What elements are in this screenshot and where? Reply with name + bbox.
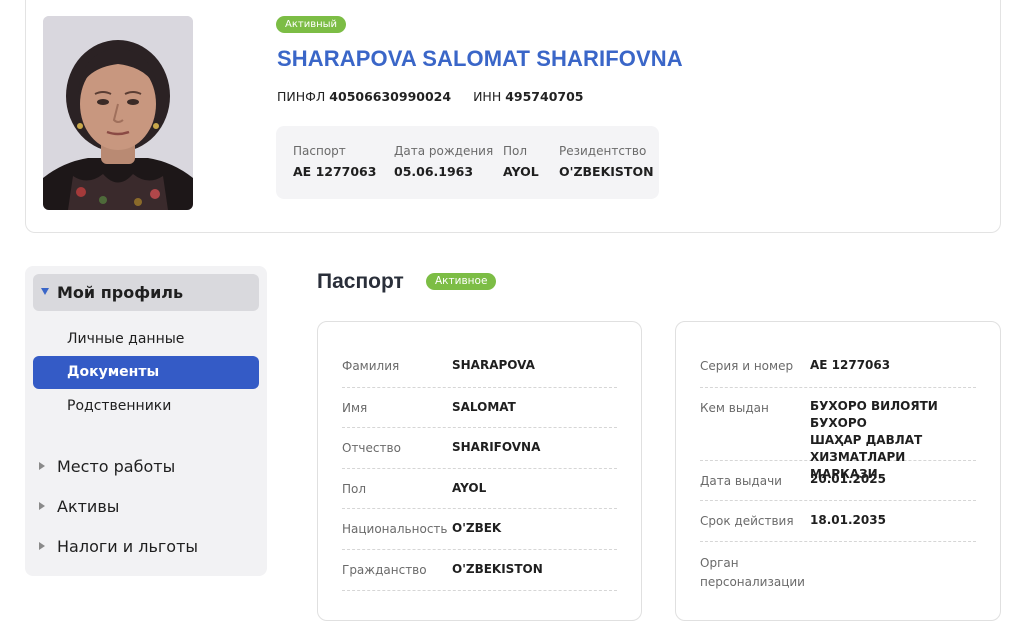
profile-photo bbox=[43, 16, 193, 210]
summary-value: O'ZBEKISTON bbox=[559, 164, 654, 179]
field-value-line: БУХОРО ВИЛОЯТИ БУХОРО bbox=[810, 399, 938, 430]
field-label: Фамилия bbox=[342, 359, 400, 373]
field-value: SHARAPOVA bbox=[452, 358, 535, 372]
field-value-line: ШАҲАР ДАВЛАТ bbox=[810, 433, 923, 447]
inn-value: 495740705 bbox=[505, 89, 584, 104]
field-row-series-number: Серия и номер AE 1277063 bbox=[700, 348, 976, 388]
field-label-line: Орган bbox=[700, 556, 739, 570]
summary-label: Паспорт bbox=[293, 144, 346, 158]
pinfl-label: ПИНФЛ bbox=[277, 89, 326, 104]
sidebar-item-assets[interactable]: Активы bbox=[39, 497, 119, 516]
sidebar-item-label: Место работы bbox=[57, 457, 176, 476]
sidebar-section-my-profile[interactable]: Мой профиль bbox=[33, 274, 259, 311]
section-title: Паспорт bbox=[317, 270, 404, 293]
chevron-right-icon bbox=[39, 502, 45, 510]
field-label: Национальность bbox=[342, 522, 448, 536]
field-label-line: персонализации bbox=[700, 575, 805, 589]
field-value: 20.01.2025 bbox=[810, 472, 886, 486]
field-row-nationality: Национальность O'ZBEK bbox=[342, 509, 617, 550]
summary-box: Паспорт AE 1277063 Дата рождения 05.06.1… bbox=[276, 126, 659, 199]
profile-card: Активный SHARAPOVA SALOMAT SHARIFOVNA ПИ… bbox=[25, 0, 1001, 233]
sidebar-item-documents[interactable]: Документы bbox=[33, 356, 259, 389]
field-row-expiry-date: Срок действия 18.01.2035 bbox=[700, 501, 976, 542]
summary-value: AE 1277063 bbox=[293, 164, 377, 179]
field-row-patronymic: Отчество SHARIFOVNA bbox=[342, 428, 617, 469]
sidebar-item-workplace[interactable]: Место работы bbox=[39, 457, 175, 476]
field-label: Дата выдачи bbox=[700, 474, 782, 488]
summary-label: Дата рождения bbox=[394, 144, 494, 158]
field-label: Пол bbox=[342, 482, 367, 496]
field-label: Имя bbox=[342, 401, 368, 415]
field-value: SALOMAT bbox=[452, 400, 516, 414]
field-label: Кем выдан bbox=[700, 401, 769, 415]
field-label: Гражданство bbox=[342, 563, 427, 577]
sidebar-item-taxes[interactable]: Налоги и льготы bbox=[39, 537, 198, 556]
summary-gender: Пол AYOL bbox=[503, 144, 539, 179]
sidebar-item-relatives[interactable]: Родственники bbox=[33, 390, 259, 423]
field-row-issued-by: Кем выдан БУХОРО ВИЛОЯТИ БУХОРО ШАҲАР ДА… bbox=[700, 388, 976, 481]
sidebar-item-label: Активы bbox=[57, 497, 120, 516]
field-label: Отчество bbox=[342, 441, 401, 455]
field-row-issue-date: Дата выдачи 20.01.2025 bbox=[700, 461, 976, 501]
field-row-surname: Фамилия SHARAPOVA bbox=[342, 348, 617, 388]
field-label: Серия и номер bbox=[700, 359, 794, 373]
sidebar: Мой профиль Личные данные Документы Родс… bbox=[25, 266, 267, 576]
field-label: Срок действия bbox=[700, 514, 794, 528]
summary-value: AYOL bbox=[503, 164, 539, 179]
sidebar-item-label: Налоги и льготы bbox=[57, 537, 199, 556]
field-value: AE 1277063 bbox=[810, 358, 891, 372]
chevron-right-icon bbox=[39, 542, 45, 550]
summary-value: 05.06.1963 bbox=[394, 164, 474, 179]
summary-residency: Резидентство O'ZBEKISTON bbox=[559, 144, 654, 179]
chevron-right-icon bbox=[39, 462, 45, 470]
sidebar-item-personal-data[interactable]: Личные данные bbox=[33, 323, 259, 356]
field-label-multiline: Орган персонализации bbox=[700, 554, 805, 592]
field-row-name: Имя SALOMAT bbox=[342, 388, 617, 428]
summary-label: Пол bbox=[503, 144, 528, 158]
id-numbers: ПИНФЛ 40506630990024 ИНН 495740705 bbox=[277, 89, 583, 104]
passport-status-badge: Активное bbox=[426, 273, 497, 290]
passport-personal-panel: Фамилия SHARAPOVA Имя SALOMAT Отчество S… bbox=[317, 321, 642, 621]
chevron-down-icon bbox=[41, 288, 49, 295]
status-badge: Активный bbox=[276, 16, 347, 33]
summary-birthdate: Дата рождения 05.06.1963 bbox=[394, 144, 493, 179]
sidebar-section-label: Мой профиль bbox=[57, 283, 184, 302]
passport-document-panel: Серия и номер AE 1277063 Кем выдан БУХОР… bbox=[675, 321, 1001, 621]
field-value: O'ZBEK bbox=[452, 521, 502, 535]
field-value: 18.01.2035 bbox=[810, 513, 886, 527]
field-value: SHARIFOVNA bbox=[452, 440, 541, 454]
field-row-gender: Пол AYOL bbox=[342, 469, 617, 509]
inn-label: ИНН bbox=[473, 89, 502, 104]
summary-passport: Паспорт AE 1277063 bbox=[293, 144, 376, 179]
field-row-personalization-authority: Орган персонализации bbox=[700, 542, 976, 602]
full-name: SHARAPOVA SALOMAT SHARIFOVNA bbox=[277, 46, 683, 71]
summary-label: Резидентство bbox=[559, 144, 647, 158]
field-value: O'ZBEKISTON bbox=[452, 562, 543, 576]
field-row-citizenship: Гражданство O'ZBEKISTON bbox=[342, 550, 617, 591]
field-value: AYOL bbox=[452, 481, 487, 495]
pinfl-value: 40506630990024 bbox=[329, 89, 452, 104]
